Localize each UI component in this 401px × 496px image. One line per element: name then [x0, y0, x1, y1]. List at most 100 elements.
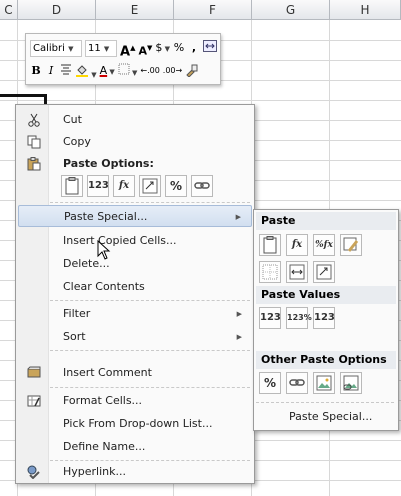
submenu-header-paste-values: Paste Values — [256, 286, 396, 304]
comma-button[interactable]: , — [188, 40, 200, 56]
menu-item-label: Pick From Drop-down List... — [63, 417, 213, 430]
keep-source-formatting-button[interactable] — [340, 234, 362, 256]
menu-item-filter[interactable]: Filter ▶ — [18, 303, 252, 325]
decrease-decimal-label: .00 — [162, 66, 176, 75]
shrink-font-button[interactable]: A▼ — [138, 40, 152, 58]
increase-decimal-label: .00 — [147, 66, 160, 75]
percent-button[interactable]: % — [173, 40, 185, 56]
chevron-down-icon: ▼ — [68, 44, 74, 53]
font-name-box[interactable]: Calibri ▼ — [30, 39, 82, 57]
context-menu: Cut Copy Paste Options: 123 fx % Paste S… — [15, 104, 255, 484]
menu-separator — [50, 202, 250, 203]
format-cells-icon — [27, 395, 41, 407]
submenu-item-paste-special[interactable]: Paste Special... — [256, 406, 396, 428]
menu-item-copy[interactable]: Copy — [18, 131, 252, 153]
chevron-down-icon: ▼ — [103, 44, 110, 53]
merge-center-button[interactable] — [202, 40, 217, 56]
menu-item-label: Define Name... — [63, 440, 146, 453]
submenu-arrow-icon: ▶ — [236, 310, 242, 318]
column-header-d[interactable]: D — [18, 0, 96, 20]
values-button[interactable]: 123 — [259, 307, 281, 329]
decrease-decimal-button[interactable]: .00→ — [163, 63, 182, 79]
menu-item-cut[interactable]: Cut — [18, 109, 252, 131]
align-center-button[interactable] — [60, 63, 72, 79]
borders-button[interactable]: ▼ — [118, 63, 137, 79]
format-painter-button[interactable] — [185, 63, 199, 79]
menu-item-label: Insert Comment — [63, 366, 152, 379]
menu-item-clear-contents[interactable]: Clear Contents — [18, 276, 252, 298]
paste-formulas-number-format-button[interactable]: %fx — [313, 234, 335, 256]
grow-font-label: A — [120, 44, 131, 60]
menu-item-paste-special[interactable]: Paste Special... ▶ — [18, 205, 252, 227]
picture-button[interactable] — [313, 372, 335, 394]
column-header-h[interactable]: H — [330, 0, 401, 20]
menu-item-label: Insert Copied Cells... — [63, 234, 177, 247]
menu-separator — [50, 350, 250, 351]
menu-item-pick-from-list[interactable]: Pick From Drop-down List... — [18, 413, 252, 435]
copy-icon — [27, 135, 41, 149]
paste-button[interactable] — [61, 175, 83, 197]
column-header-g[interactable]: G — [252, 0, 330, 20]
paste-formatting-button[interactable]: % — [165, 175, 187, 197]
menu-item-label: Clear Contents — [63, 280, 145, 293]
transpose-button[interactable] — [313, 261, 335, 283]
no-borders-button[interactable] — [259, 261, 281, 283]
shrink-font-label: A — [138, 44, 147, 58]
comment-icon — [27, 366, 41, 378]
column-width-icon — [289, 264, 305, 280]
paste-button[interactable] — [259, 234, 281, 256]
currency-button[interactable]: $ ▼ — [155, 40, 170, 56]
font-color-letter: A — [99, 64, 108, 77]
clipboard-icon — [27, 157, 41, 171]
submenu-header-other-paste-options: Other Paste Options — [256, 351, 396, 369]
paste-formatting-button[interactable]: % — [259, 372, 281, 394]
menu-separator — [50, 300, 250, 301]
menu-item-delete[interactable]: Delete... — [18, 253, 252, 275]
paste-link-button[interactable] — [286, 372, 308, 394]
merge-icon — [202, 40, 217, 52]
font-size-box[interactable]: 11 ▼ — [85, 39, 117, 57]
menu-item-sort[interactable]: Sort ▶ — [18, 326, 252, 348]
menu-item-insert-copied-cells[interactable]: Insert Copied Cells... — [18, 230, 252, 252]
menu-item-label: Format Cells... — [63, 394, 143, 407]
column-header-c[interactable]: C — [0, 0, 18, 20]
no-borders-icon — [262, 264, 278, 280]
keep-column-widths-button[interactable] — [286, 261, 308, 283]
paste-formulas-button[interactable]: fx — [113, 175, 135, 197]
font-name: Calibri — [33, 42, 65, 54]
menu-separator — [256, 402, 394, 403]
menu-item-define-name[interactable]: Define Name... — [18, 436, 252, 458]
font-size: 11 — [88, 42, 101, 54]
column-header-f[interactable]: F — [174, 0, 252, 20]
paste-values-button[interactable]: 123 — [87, 175, 109, 197]
paint-bucket-icon — [76, 65, 88, 77]
values-number-format-button[interactable]: 123% — [286, 307, 312, 329]
chevron-down-icon: ▼ — [89, 71, 97, 79]
column-header-e[interactable]: E — [96, 0, 174, 20]
menu-item-format-cells[interactable]: Format Cells... — [18, 390, 252, 412]
mini-toolbar-row-1: Calibri ▼ 11 ▼ A▲ A▼ $ ▼ % , — [30, 38, 217, 60]
transpose-icon — [142, 178, 158, 194]
paste-transpose-button[interactable] — [139, 175, 161, 197]
paintbrush-icon — [186, 64, 198, 78]
menu-item-insert-comment[interactable]: Insert Comment — [18, 362, 252, 384]
grow-font-button[interactable]: A▲ — [120, 40, 135, 60]
italic-button[interactable]: I — [45, 63, 57, 79]
menu-item-hyperlink[interactable]: Hyperlink... — [18, 461, 252, 483]
paste-formulas-button[interactable]: fx — [286, 234, 308, 256]
increase-decimal-button[interactable]: ←.00 — [140, 63, 159, 79]
fill-color-button[interactable]: ▼ — [75, 63, 97, 79]
border-icon — [118, 63, 130, 75]
font-color-button[interactable]: A ▼ — [100, 63, 115, 79]
menu-item-label: Paste Special... — [289, 410, 373, 423]
menu-item-label: Copy — [63, 135, 91, 148]
link-icon — [289, 379, 305, 386]
linked-picture-button[interactable] — [340, 372, 362, 394]
menu-item-label: Cut — [63, 113, 82, 126]
picture-icon — [316, 375, 332, 391]
values-source-formatting-button[interactable]: 123 — [313, 307, 335, 329]
submenu-header-paste: Paste — [256, 212, 396, 230]
paste-link-button[interactable] — [191, 175, 213, 197]
mini-toolbar: Calibri ▼ 11 ▼ A▲ A▼ $ ▼ % , B I ▼ A ▼ ▼… — [25, 33, 221, 85]
bold-button[interactable]: B — [30, 63, 42, 79]
